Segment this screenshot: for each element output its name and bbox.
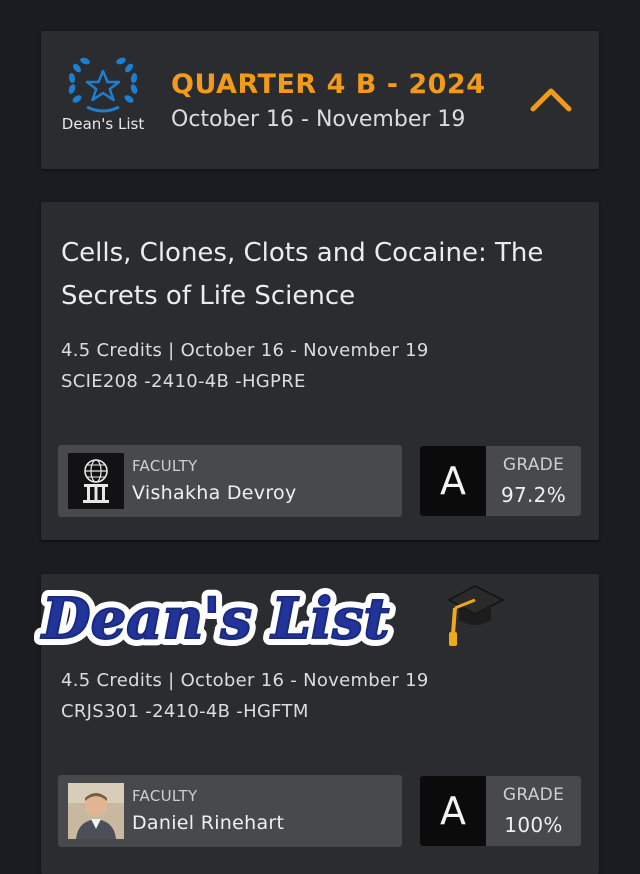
faculty-name: Vishakha Devroy: [132, 482, 297, 504]
faculty-box[interactable]: FACULTY Daniel Rinehart: [58, 775, 402, 847]
course-code: CRJS301 -2410-4B -HGFTM: [61, 701, 309, 722]
grade-box: A GRADE 100%: [420, 776, 581, 846]
laurel-star-icon: [68, 57, 138, 113]
course-card[interactable]: Cells, Clones, Clots and Cocaine: The Se…: [41, 202, 599, 540]
grade-label: GRADE: [502, 455, 565, 475]
grade-label: GRADE: [502, 785, 565, 805]
faculty-label: FACULTY: [132, 457, 198, 475]
faculty-name: Daniel Rinehart: [132, 812, 285, 834]
quarter-title: QUARTER 4 B - 2024: [171, 69, 486, 100]
person-photo-icon: [68, 783, 124, 839]
quarter-header[interactable]: Dean's List QUARTER 4 B - 2024 October 1…: [41, 31, 599, 169]
sticker-text: Dean's List: [40, 586, 390, 652]
grade-percent: 100%: [504, 813, 563, 837]
faculty-box[interactable]: FACULTY Vishakha Devroy: [58, 445, 402, 517]
course-title: Cells, Clones, Clots and Cocaine: The Se…: [61, 238, 544, 311]
grade-percent: 97.2%: [500, 483, 567, 507]
grade-letter: A: [420, 446, 486, 516]
faculty-label: FACULTY: [132, 787, 198, 805]
deans-list-badge: Dean's List: [59, 55, 147, 155]
faculty-avatar: [68, 783, 124, 839]
faculty-avatar: [68, 453, 124, 509]
grade-letter: A: [420, 776, 486, 846]
university-building-icon: [83, 459, 109, 503]
course-code: SCIE208 -2410-4B -HGPRE: [61, 371, 306, 392]
collapse-button[interactable]: [527, 81, 575, 117]
grade-box: A GRADE 97.2%: [420, 446, 581, 516]
badge-label: Dean's List: [61, 115, 145, 133]
course-credits-dates: 4.5 Credits | October 16 - November 19: [61, 670, 429, 691]
chevron-up-icon: [530, 88, 572, 112]
deans-list-sticker: Dean's List Dean's List: [33, 572, 514, 664]
course-credits-dates: 4.5 Credits | October 16 - November 19: [61, 340, 429, 361]
graduation-cap-icon: [447, 585, 505, 646]
quarter-dates: October 16 - November 19: [171, 107, 466, 132]
